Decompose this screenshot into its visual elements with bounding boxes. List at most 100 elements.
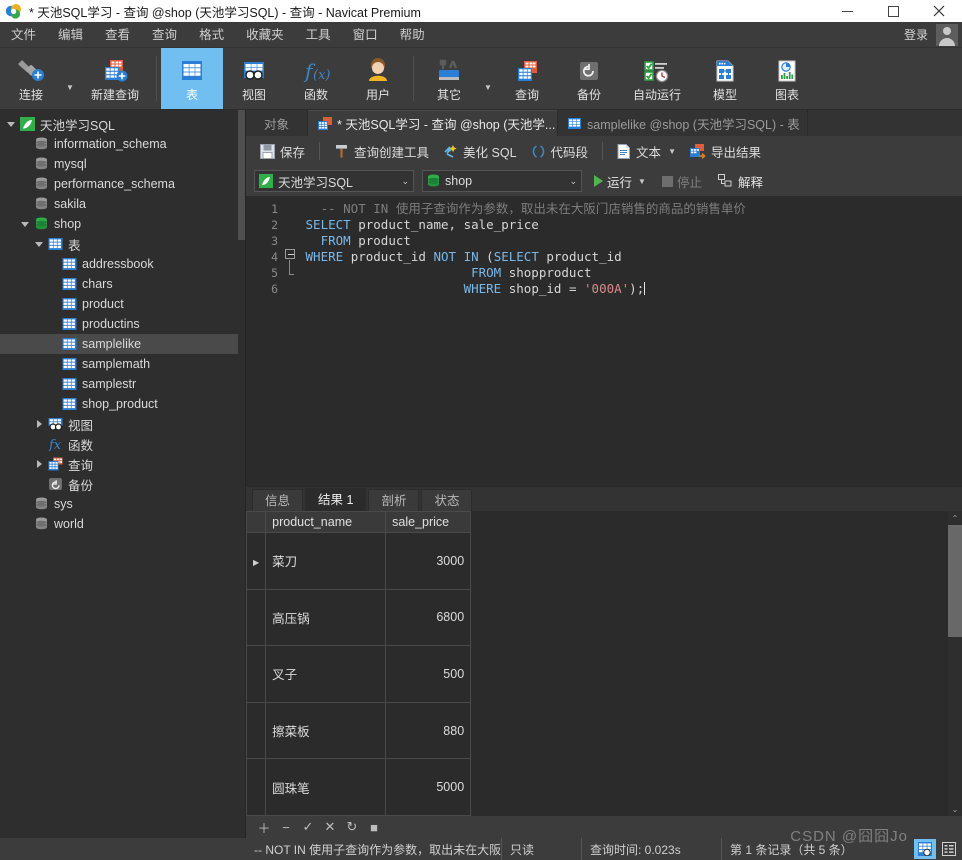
- twisty-open-icon[interactable]: [4, 121, 18, 127]
- column-header-sale_price[interactable]: sale_price: [385, 511, 472, 533]
- result-tab-信息[interactable]: 信息: [252, 489, 304, 511]
- cancel-change-icon[interactable]: ✕: [320, 818, 340, 836]
- tab-samplelike-table[interactable]: samplelike @shop (天池学习SQL) - 表: [558, 110, 809, 136]
- code-line[interactable]: FROM product: [298, 233, 962, 249]
- scroll-up-icon[interactable]: ⌃: [948, 511, 962, 525]
- tree-item-addressbook[interactable]: addressbook: [0, 254, 245, 274]
- menu-item-file[interactable]: 文件: [0, 22, 47, 48]
- tree-item-samplemath[interactable]: samplemath: [0, 354, 245, 374]
- toolbar-automation[interactable]: 自动运行: [620, 48, 694, 109]
- cell-product_name[interactable]: 擦菜板: [265, 701, 387, 760]
- cell-sale_price[interactable]: 500: [385, 645, 472, 703]
- text-dropdown-caret-icon[interactable]: ▼: [668, 147, 676, 156]
- fold-column[interactable]: [284, 196, 298, 486]
- close-button[interactable]: [916, 0, 962, 22]
- toolbar-model[interactable]: 模型: [694, 48, 756, 109]
- minimize-button[interactable]: [824, 0, 870, 22]
- code-line[interactable]: WHERE shop_id = '000A');: [298, 281, 962, 297]
- code-line[interactable]: FROM shopproduct: [298, 265, 962, 281]
- result-grid[interactable]: product_name sale_price ▶ 菜刀 3000 高压锅 6800 叉子 50…: [246, 511, 472, 816]
- scroll-thumb[interactable]: [948, 525, 962, 637]
- toolbar-view[interactable]: 视图: [223, 48, 285, 109]
- tree-item--[interactable]: fx 函数: [0, 434, 245, 454]
- apply-change-icon[interactable]: ✓: [298, 818, 318, 836]
- add-record-icon[interactable]: ＋: [254, 818, 274, 836]
- menu-item-edit[interactable]: 编辑: [47, 22, 94, 48]
- chevron-down-icon[interactable]: ⌄: [401, 176, 409, 187]
- tree-item--[interactable]: 查询: [0, 454, 245, 474]
- sql-code-text[interactable]: -- NOT IN 使用子查询作为参数，取出未在大阪门店销售的商品的销售单价 S…: [298, 196, 962, 486]
- query-builder-button[interactable]: 查询创建工具: [328, 140, 435, 162]
- tab-objects[interactable]: 对象: [246, 110, 309, 136]
- connection-select[interactable]: 天池学习SQL ⌄: [254, 170, 414, 192]
- toolbar-connection[interactable]: 连接: [0, 48, 62, 109]
- tree-item--sql[interactable]: 天池学习SQL: [0, 114, 245, 134]
- result-tab-剖析[interactable]: 剖析: [368, 489, 420, 511]
- toolbar-user[interactable]: 用户: [347, 48, 409, 109]
- stop-icon[interactable]: ■: [364, 818, 384, 836]
- table-row[interactable]: 高压锅 6800: [246, 588, 472, 647]
- table-row[interactable]: 圆珠笔 5000: [246, 758, 472, 816]
- twisty-closed-icon[interactable]: [32, 460, 46, 468]
- tree-item-sakila[interactable]: sakila: [0, 194, 245, 214]
- toolbar-query[interactable]: 查询: [496, 48, 558, 109]
- sidebar-scrollbar[interactable]: [238, 110, 245, 838]
- menu-item-format[interactable]: 格式: [188, 22, 235, 48]
- beautify-sql-button[interactable]: 美化 SQL: [437, 140, 523, 162]
- row-marker[interactable]: [246, 645, 267, 703]
- run-button[interactable]: 运行 ▼: [590, 172, 650, 191]
- avatar[interactable]: [936, 23, 958, 46]
- cell-sale_price[interactable]: 5000: [385, 758, 472, 816]
- menu-item-help[interactable]: 帮助: [389, 22, 436, 48]
- cell-product_name[interactable]: 菜刀: [265, 532, 387, 590]
- tree-item-sys[interactable]: sys: [0, 494, 245, 514]
- chevron-down-icon-2[interactable]: ⌄: [569, 176, 577, 187]
- run-dropdown-caret-icon[interactable]: ▼: [638, 177, 646, 186]
- tree-item--[interactable]: 备份: [0, 474, 245, 494]
- tree-item-shop_product[interactable]: shop_product: [0, 394, 245, 414]
- menu-item-tools[interactable]: 工具: [295, 22, 342, 48]
- tree-item-shop[interactable]: shop: [0, 214, 245, 234]
- result-grid-wrapper[interactable]: product_name sale_price ▶ 菜刀 3000 高压锅 6800 叉子 50…: [246, 511, 962, 816]
- code-line[interactable]: -- NOT IN 使用子查询作为参数，取出未在大阪门店销售的商品的销售单价: [298, 201, 962, 217]
- export-result-button[interactable]: 导出结果: [684, 140, 767, 162]
- row-marker[interactable]: [246, 701, 267, 760]
- row-marker[interactable]: ▶: [246, 532, 267, 590]
- tree-item-world[interactable]: world: [0, 514, 245, 534]
- save-button[interactable]: 保存: [254, 140, 311, 162]
- fold-toggle-icon[interactable]: [285, 249, 295, 259]
- cell-product_name[interactable]: 叉子: [265, 645, 387, 703]
- code-line[interactable]: SELECT product_name, sale_price: [298, 217, 962, 233]
- text-button[interactable]: 文本 ▼: [611, 140, 682, 162]
- toolbar-new-query[interactable]: 新建查询: [78, 48, 152, 109]
- result-vertical-scrollbar[interactable]: ⌃ ⌄: [948, 511, 962, 816]
- toolbar-chart[interactable]: 图表: [756, 48, 818, 109]
- tab-query-editor[interactable]: * 天池SQL学习 - 查询 @shop (天池学...: [308, 110, 559, 136]
- explain-button[interactable]: 解释: [714, 172, 767, 191]
- menu-item-query[interactable]: 查询: [141, 22, 188, 48]
- table-row[interactable]: ▶ 菜刀 3000: [246, 532, 472, 590]
- menu-item-window[interactable]: 窗口: [342, 22, 389, 48]
- column-header-product_name[interactable]: product_name: [265, 511, 387, 533]
- twisty-open-icon[interactable]: [32, 241, 46, 247]
- tree-item--[interactable]: 视图: [0, 414, 245, 434]
- table-row[interactable]: 擦菜板 880: [246, 701, 472, 760]
- tree-item-information_schema[interactable]: information_schema: [0, 134, 245, 154]
- row-marker[interactable]: [246, 588, 267, 647]
- result-tab-结果-1[interactable]: 结果 1: [305, 488, 367, 511]
- cell-sale_price[interactable]: 6800: [385, 588, 472, 647]
- sql-editor[interactable]: 1 2 3 4 5 6 -- NOT IN 使用子查询作为参数，取出未在大阪门店销售的商品…: [246, 196, 962, 486]
- toolbar-other[interactable]: 其它: [418, 48, 480, 109]
- code-line[interactable]: WHERE product_id NOT IN (SELECT product_…: [298, 249, 962, 265]
- toolbar-table[interactable]: 表: [161, 48, 223, 109]
- scroll-down-icon[interactable]: ⌄: [948, 802, 962, 816]
- toolbar-backup[interactable]: 备份: [558, 48, 620, 109]
- menu-item-view[interactable]: 查看: [94, 22, 141, 48]
- tree-item-productins[interactable]: productins: [0, 314, 245, 334]
- tree-item-mysql[interactable]: mysql: [0, 154, 245, 174]
- tree-item--[interactable]: 表: [0, 234, 245, 254]
- maximize-button[interactable]: [870, 0, 916, 22]
- result-tab-状态[interactable]: 状态: [421, 489, 473, 511]
- table-row[interactable]: 叉子 500: [246, 645, 472, 703]
- object-tree-sidebar[interactable]: 天池学习SQL information_schema mysql performanc…: [0, 110, 246, 838]
